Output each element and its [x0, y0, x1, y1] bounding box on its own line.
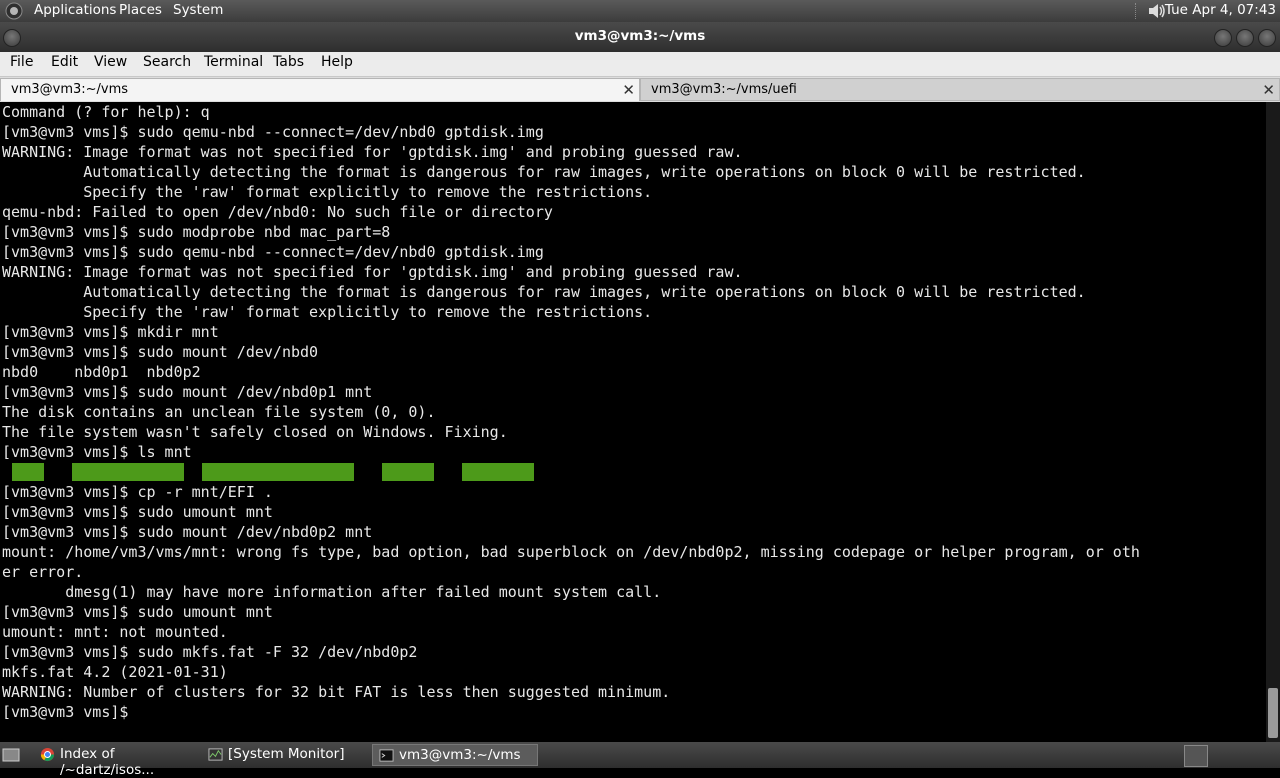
menu-search[interactable]: Search — [143, 54, 191, 70]
menu-bar: File Edit View Search Terminal Tabs Help — [0, 52, 1280, 77]
ls-entry-highlight — [462, 463, 534, 481]
taskbar-label: Index of /~dartz/isos... — [60, 746, 155, 778]
close-icon[interactable] — [1258, 29, 1276, 47]
menu-tabs[interactable]: Tabs — [273, 54, 304, 70]
menu-help[interactable]: Help — [321, 54, 353, 70]
tab-vms[interactable]: vm3@vm3:~/vms ✕ — [0, 78, 640, 101]
terminal-line: umount: mnt: not mounted. — [2, 623, 228, 641]
close-tab-icon[interactable]: ✕ — [622, 81, 635, 99]
terminal-line: [vm3@vm3 vms]$ ls mnt — [2, 443, 192, 461]
terminal-line: mkfs.fat 4.2 (2021-01-31) — [2, 663, 228, 681]
taskbar-label: vm3@vm3:~/vms — [399, 747, 521, 763]
maximize-icon[interactable] — [1236, 29, 1254, 47]
terminal-line: [vm3@vm3 vms]$ sudo qemu-nbd --connect=/… — [2, 243, 544, 261]
terminal-line: WARNING: Image format was not specified … — [2, 263, 743, 281]
terminal-line: Specify the 'raw' format explicitly to r… — [2, 183, 653, 201]
scrollbar-thumb[interactable] — [1268, 688, 1278, 738]
terminal-line: Automatically detecting the format is da… — [2, 283, 1086, 301]
terminal-line: [vm3@vm3 vms]$ sudo mount /dev/nbd0 — [2, 343, 319, 361]
terminal-line: WARNING: Image format was not specified … — [2, 143, 743, 161]
window-titlebar[interactable]: vm3@vm3:~/vms — [0, 22, 1280, 52]
terminal-line: dmesg(1) may have more information after… — [2, 583, 662, 601]
terminal-output[interactable]: Command (? for help): q [vm3@vm3 vms]$ su… — [0, 102, 1266, 742]
tab-label: vm3@vm3:~/vms — [11, 82, 129, 97]
terminal-line: [vm3@vm3 vms]$ sudo qemu-nbd --connect=/… — [2, 123, 544, 141]
minimize-icon[interactable] — [1214, 29, 1232, 47]
chrome-icon — [40, 747, 55, 762]
clock[interactable]: Tue Apr 4, 07:43 — [1165, 2, 1276, 18]
show-desktop-icon[interactable] — [2, 747, 20, 763]
terminal-line: mount: /home/vm3/vms/mnt: wrong fs type,… — [2, 543, 1140, 561]
menu-view[interactable]: View — [94, 54, 127, 70]
ls-entry-highlight — [12, 463, 44, 481]
system-menu[interactable]: System — [173, 2, 223, 18]
taskbar-item-system-monitor[interactable]: [System Monitor] — [202, 744, 370, 766]
menu-edit[interactable]: Edit — [51, 54, 78, 70]
terminal-line: nbd0 nbd0p1 nbd0p2 — [2, 363, 201, 381]
system-monitor-icon — [208, 748, 223, 761]
terminal-icon — [379, 749, 394, 762]
tab-bar: vm3@vm3:~/vms ✕ vm3@vm3:~/vms/uefi ✕ — [0, 77, 1280, 102]
terminal-line: [vm3@vm3 vms]$ sudo mount /dev/nbd0p1 mn… — [2, 383, 373, 401]
taskbar-label: [System Monitor] — [228, 746, 345, 762]
ls-entry-highlight — [382, 463, 434, 481]
terminal-line: [vm3@vm3 vms]$ sudo umount mnt — [2, 603, 273, 621]
menu-file[interactable]: File — [10, 54, 33, 70]
terminal-line — [2, 462, 1266, 482]
taskbar-item-terminal[interactable]: vm3@vm3:~/vms — [372, 744, 538, 766]
terminal-line: [vm3@vm3 vms]$ sudo mkfs.fat -F 32 /dev/… — [2, 643, 418, 661]
panel-separator — [1135, 3, 1140, 19]
menu-terminal[interactable]: Terminal — [204, 54, 263, 70]
taskbar-item-browser[interactable]: Index of /~dartz/isos... — [34, 744, 202, 778]
gnome-foot-icon[interactable] — [5, 2, 23, 20]
ls-entry-highlight — [202, 463, 354, 481]
terminal-scrollbar[interactable] — [1266, 102, 1280, 742]
terminal-line: [vm3@vm3 vms]$ sudo mount /dev/nbd0p2 mn… — [2, 523, 373, 541]
terminal-line: Command (? for help): q — [2, 103, 210, 121]
workspace-switcher[interactable] — [1184, 745, 1208, 767]
terminal-line: [vm3@vm3 vms]$ sudo modprobe nbd mac_par… — [2, 223, 391, 241]
top-panel: Applications Places System Tue Apr 4, 07… — [0, 0, 1280, 22]
terminal-line: [vm3@vm3 vms]$ sudo umount mnt — [2, 503, 273, 521]
terminal-line: [vm3@vm3 vms]$ mkdir mnt — [2, 323, 219, 341]
terminal-line: qemu-nbd: Failed to open /dev/nbd0: No s… — [2, 203, 553, 221]
terminal-line: Automatically detecting the format is da… — [2, 163, 1086, 181]
places-menu[interactable]: Places — [119, 2, 162, 18]
terminal-line: [vm3@vm3 vms]$ cp -r mnt/EFI . — [2, 483, 273, 501]
tab-label: vm3@vm3:~/vms/uefi — [651, 82, 797, 97]
terminal-line: The disk contains an unclean file system… — [2, 403, 436, 421]
bottom-panel: Index of /~dartz/isos... [System Monitor… — [0, 742, 1280, 778]
window-title: vm3@vm3:~/vms — [574, 28, 706, 44]
terminal-line: The file system wasn't safely closed on … — [2, 423, 508, 441]
terminal-line: [vm3@vm3 vms]$ — [2, 703, 138, 721]
terminal-lines: Command (? for help): q [vm3@vm3 vms]$ su… — [0, 102, 1266, 722]
tab-vms-uefi[interactable]: vm3@vm3:~/vms/uefi ✕ — [640, 78, 1280, 101]
terminal-line: Specify the 'raw' format explicitly to r… — [2, 303, 653, 321]
terminal-line: WARNING: Number of clusters for 32 bit F… — [2, 683, 671, 701]
terminal-line: er error. — [2, 563, 84, 581]
close-tab-icon[interactable]: ✕ — [1262, 81, 1275, 99]
applications-menu[interactable]: Applications — [34, 2, 116, 18]
ls-entry-highlight — [72, 463, 184, 481]
